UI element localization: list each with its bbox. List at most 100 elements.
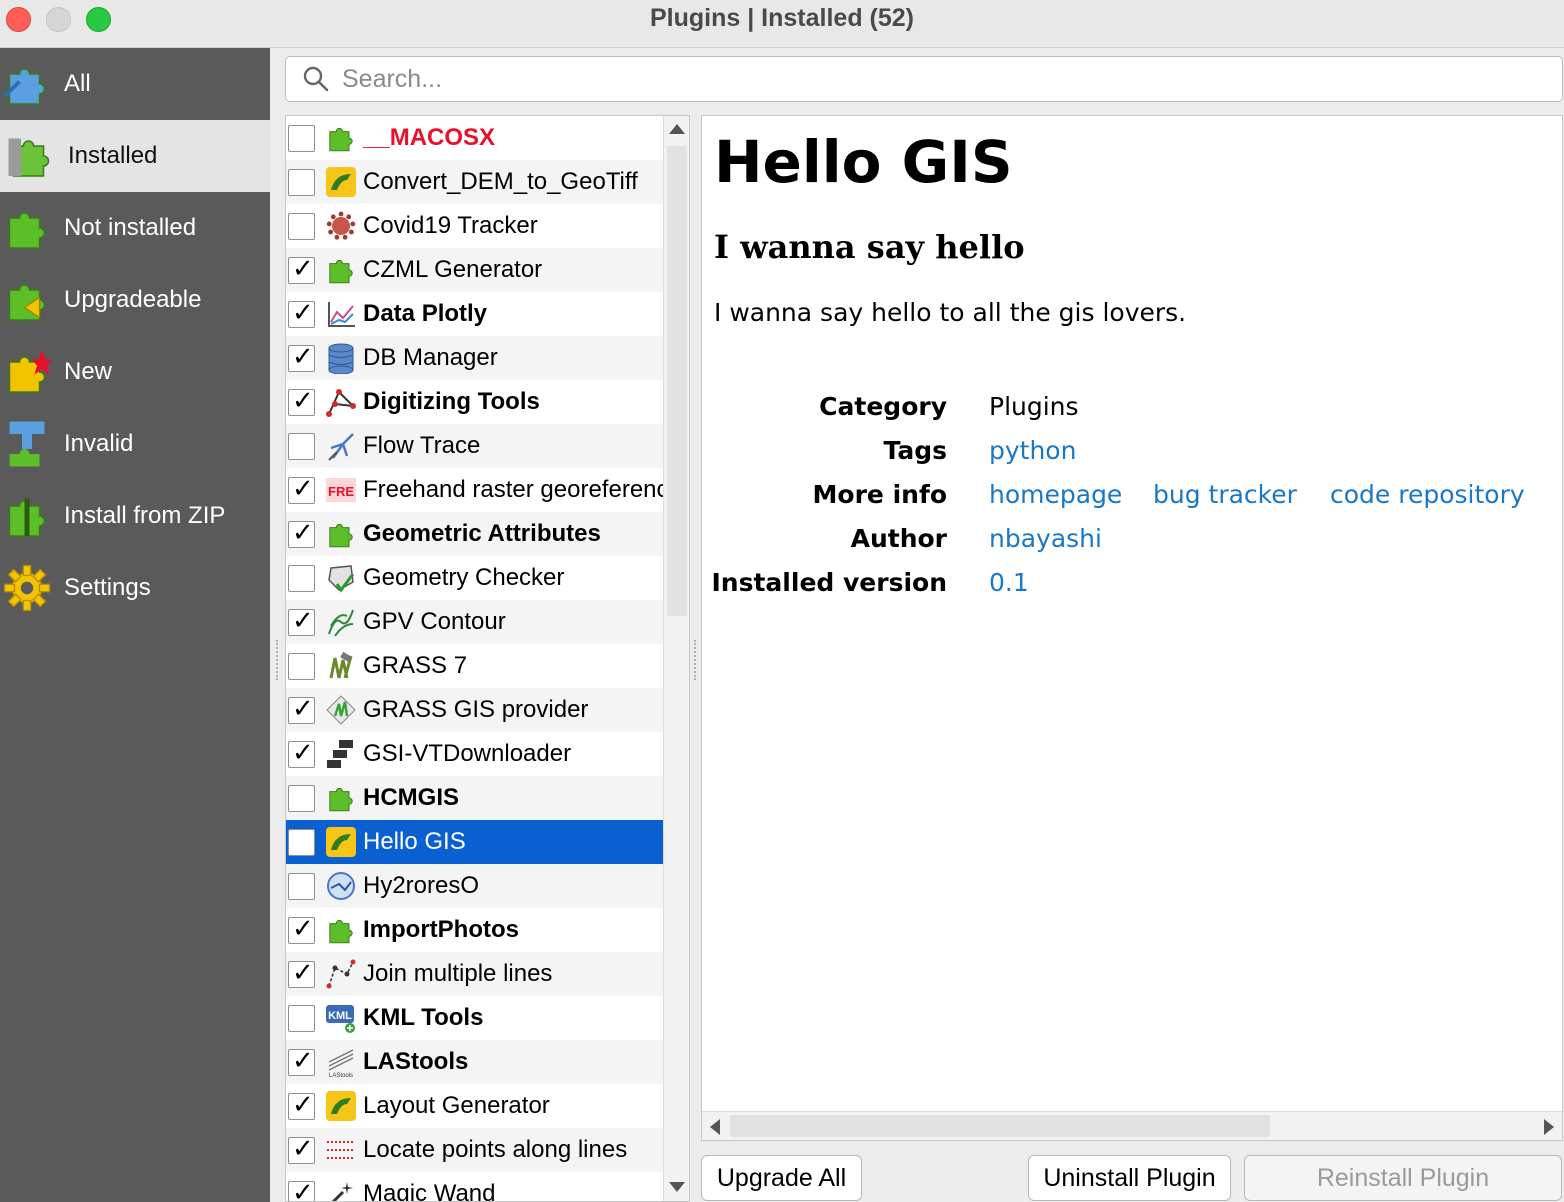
search-input[interactable]: [342, 63, 1542, 95]
plugin-enable-checkbox[interactable]: [288, 565, 315, 592]
plugin-enable-checkbox[interactable]: [288, 697, 315, 724]
plugin-list-item[interactable]: Hy2roresO: [286, 864, 663, 908]
plugin-enable-checkbox[interactable]: [288, 1137, 315, 1164]
plugin-list-item[interactable]: Locate points along lines: [286, 1128, 663, 1172]
plugin-enable-checkbox[interactable]: [288, 257, 315, 284]
sidebar-item-label: Upgradeable: [64, 286, 201, 314]
window-title: Plugins | Installed (52): [0, 4, 1564, 33]
plugin-list-item[interactable]: CZML Generator: [286, 248, 663, 292]
sidebar-item-new[interactable]: New: [0, 336, 270, 408]
database-icon: [325, 342, 357, 374]
plugin-list-item[interactable]: Hello GIS: [286, 820, 663, 864]
tag-link-python[interactable]: python: [989, 436, 1076, 465]
plugin-list-item[interactable]: Magic Wand: [286, 1172, 663, 1202]
plugin-enable-checkbox[interactable]: [288, 169, 315, 196]
plugin-name: GPV Contour: [363, 608, 506, 636]
plugin-enable-checkbox[interactable]: [288, 1005, 315, 1032]
plugin-enable-checkbox[interactable]: [288, 213, 315, 240]
puzzle-green-icon: [2, 203, 52, 253]
python-plugin-icon: [325, 166, 357, 198]
plugin-enable-checkbox[interactable]: [288, 125, 315, 152]
kml-icon: KML: [325, 1002, 357, 1034]
homepage-link[interactable]: homepage: [989, 480, 1122, 509]
details-horizontal-scrollbar[interactable]: [702, 1111, 1562, 1140]
plugin-enable-checkbox[interactable]: [288, 1093, 315, 1120]
plugin-list-item[interactable]: FREFreehand raster georeferencer: [286, 468, 663, 512]
plugin-name: LAStools: [363, 1048, 468, 1076]
plugin-name: Join multiple lines: [363, 960, 552, 988]
plugin-name: __MACOSX: [363, 124, 495, 152]
sidebar-item-label: Not installed: [64, 214, 196, 242]
plugin-list-item[interactable]: GSI-VTDownloader: [286, 732, 663, 776]
plugin-enable-checkbox[interactable]: [288, 477, 315, 504]
plugin-list-item[interactable]: Geometric Attributes: [286, 512, 663, 556]
plugin-list-item[interactable]: ImportPhotos: [286, 908, 663, 952]
plugin-enable-checkbox[interactable]: [288, 741, 315, 768]
plugin-enable-checkbox[interactable]: [288, 917, 315, 944]
plugin-list-item[interactable]: Convert_DEM_to_GeoTiff: [286, 160, 663, 204]
bug-tracker-link[interactable]: bug tracker: [1153, 480, 1297, 509]
plugin-enable-checkbox[interactable]: [288, 1049, 315, 1076]
scroll-left-arrow-icon[interactable]: [710, 1119, 720, 1135]
plugin-enable-checkbox[interactable]: [288, 1181, 315, 1202]
plugin-list-item[interactable]: Covid19 Tracker: [286, 204, 663, 248]
plugin-enable-checkbox[interactable]: [288, 961, 315, 988]
plugin-subtitle: I wanna say hello: [714, 228, 1025, 266]
sidebar-splitter-handle[interactable]: [276, 640, 280, 680]
plugin-enable-checkbox[interactable]: [288, 873, 315, 900]
plugin-enable-checkbox[interactable]: [288, 609, 315, 636]
plugin-list-item[interactable]: DB Manager: [286, 336, 663, 380]
sidebar-item-installed[interactable]: Installed: [0, 120, 270, 192]
upgrade-all-button[interactable]: Upgrade All: [701, 1155, 862, 1201]
plugin-list-item[interactable]: Data Plotly: [286, 292, 663, 336]
scroll-thumb[interactable]: [667, 146, 687, 616]
sidebar-item-all[interactable]: All: [0, 48, 270, 120]
puzzle-new-icon: [2, 347, 52, 397]
plugin-list-item[interactable]: KML KML Tools: [286, 996, 663, 1040]
list-splitter-handle[interactable]: [694, 640, 698, 680]
plugin-list-item[interactable]: Layout Generator: [286, 1084, 663, 1128]
plugin-name: Geometric Attributes: [363, 520, 601, 548]
plugin-enable-checkbox[interactable]: [288, 653, 315, 680]
plugin-enable-checkbox[interactable]: [288, 829, 315, 856]
fre-icon: FRE: [325, 474, 357, 506]
plugin-list-item[interactable]: GRASS 7: [286, 644, 663, 688]
plugin-enable-checkbox[interactable]: [288, 521, 315, 548]
uninstall-plugin-button[interactable]: Uninstall Plugin: [1028, 1155, 1231, 1201]
plugin-list-item[interactable]: Digitizing Tools: [286, 380, 663, 424]
plugin-list-scrollbar[interactable]: [663, 116, 690, 1201]
plugin-name: Magic Wand: [363, 1180, 496, 1202]
sidebar-item-not-installed[interactable]: Not installed: [0, 192, 270, 264]
sidebar-item-upgradeable[interactable]: Upgradeable: [0, 264, 270, 336]
sidebar-item-settings[interactable]: Settings: [0, 552, 270, 624]
plugin-enable-checkbox[interactable]: [288, 301, 315, 328]
plugin-enable-checkbox[interactable]: [288, 389, 315, 416]
scroll-right-arrow-icon[interactable]: [1544, 1119, 1554, 1135]
plugin-name: KML Tools: [363, 1004, 483, 1032]
horizontal-scroll-thumb[interactable]: [730, 1115, 1270, 1137]
scroll-up-arrow-icon[interactable]: [669, 124, 685, 134]
plugin-list-item[interactable]: Join multiple lines: [286, 952, 663, 996]
hydro-icon: [325, 870, 357, 902]
code-repository-link[interactable]: code repository: [1330, 480, 1525, 509]
plugin-list-item[interactable]: __MACOSX: [286, 116, 663, 160]
plugin-list-item[interactable]: GRASS GIS provider: [286, 688, 663, 732]
sidebar-item-invalid[interactable]: Invalid: [0, 408, 270, 480]
puzzle-blue-icon: [2, 59, 52, 109]
reinstall-plugin-button[interactable]: Reinstall Plugin: [1244, 1155, 1562, 1201]
svg-text:KML: KML: [328, 1010, 352, 1022]
plugin-list-item[interactable]: LAStoolsLAStools: [286, 1040, 663, 1084]
search-box[interactable]: [285, 56, 1563, 102]
plugin-enable-checkbox[interactable]: [288, 785, 315, 812]
plugin-list-item[interactable]: HCMGIS: [286, 776, 663, 820]
plugin-enable-checkbox[interactable]: [288, 345, 315, 372]
plugin-list-item[interactable]: Flow Trace: [286, 424, 663, 468]
plugin-list-item[interactable]: Geometry Checker: [286, 556, 663, 600]
plugin-enable-checkbox[interactable]: [288, 433, 315, 460]
scroll-down-arrow-icon[interactable]: [669, 1182, 685, 1192]
python-plugin-icon: [325, 826, 357, 858]
plugin-list-item[interactable]: GPV Contour: [286, 600, 663, 644]
author-link[interactable]: nbayashi: [989, 524, 1102, 553]
sidebar-item-install-from-zip[interactable]: Install from ZIP: [0, 480, 270, 552]
puzzle-green-icon: [325, 782, 357, 814]
